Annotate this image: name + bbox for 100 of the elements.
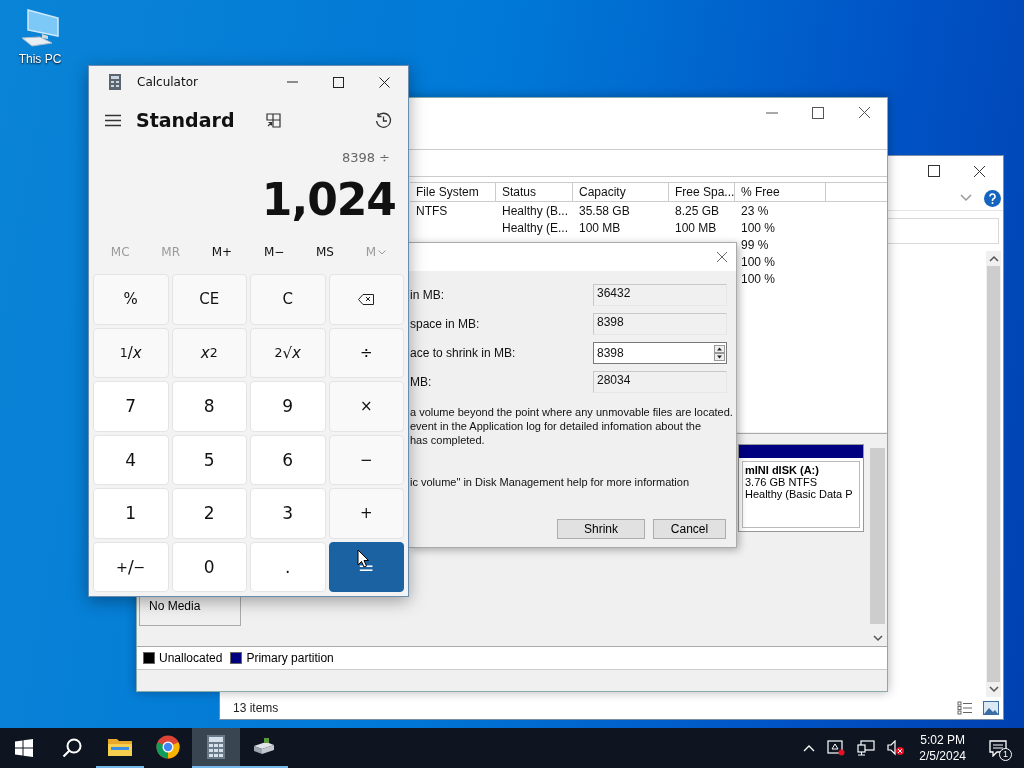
browser-icon bbox=[156, 735, 180, 759]
calculator-key[interactable]: 9 bbox=[250, 381, 326, 432]
calculator-key[interactable]: 4 bbox=[93, 434, 169, 485]
field-label: space in MB: bbox=[409, 317, 481, 331]
help-text: ic volume" in Disk Management help for more information bbox=[409, 476, 690, 488]
field-label: MB: bbox=[409, 375, 433, 389]
table-cell: NTFS bbox=[416, 204, 448, 218]
maximize-icon[interactable] bbox=[928, 165, 940, 177]
calculator-key[interactable]: 0 bbox=[171, 541, 247, 592]
calculator-key[interactable]: 1 bbox=[93, 488, 169, 539]
keep-on-top-icon[interactable] bbox=[265, 112, 281, 128]
clock-time[interactable]: 5:02 PM bbox=[920, 732, 965, 748]
partition-name: mINI dISK (A:) bbox=[745, 464, 820, 476]
shrink-button[interactable]: Shrink bbox=[557, 519, 645, 539]
calculator-key[interactable]: − bbox=[328, 434, 404, 485]
history-icon[interactable] bbox=[375, 111, 392, 129]
calculator-icon bbox=[207, 735, 225, 759]
muted-speaker-icon[interactable] bbox=[887, 740, 906, 756]
calculator-key[interactable]: 6 bbox=[250, 434, 326, 485]
table-cell: Healthy (B... bbox=[502, 204, 569, 218]
table-cell: 35.58 GB bbox=[579, 204, 630, 218]
caret-icon bbox=[378, 249, 387, 255]
help-icon[interactable] bbox=[984, 189, 1001, 207]
calculator-key[interactable]: ÷ bbox=[328, 327, 404, 378]
maximize-icon[interactable] bbox=[812, 106, 824, 119]
menu-icon[interactable] bbox=[105, 113, 121, 127]
partition-block[interactable]: mINI dISK (A:) 3.76 GB NTFS Healthy (Basic Data P bbox=[738, 444, 864, 532]
table-cell: 100 MB bbox=[675, 221, 717, 235]
field-label: in MB: bbox=[409, 288, 445, 302]
table-cell: 100 % bbox=[741, 272, 776, 286]
close-icon[interactable] bbox=[973, 164, 986, 178]
calculator-key[interactable]: 3 bbox=[250, 488, 326, 539]
desktop-icon-label[interactable]: This PC bbox=[18, 52, 62, 66]
calculator-key[interactable]: 8 bbox=[171, 381, 247, 432]
scrollbar[interactable] bbox=[986, 251, 1001, 697]
readonly-field: 36432 bbox=[593, 284, 727, 306]
cancel-button[interactable]: Cancel bbox=[653, 519, 726, 539]
details-view-icon[interactable] bbox=[957, 701, 973, 715]
calculator-key[interactable]: . bbox=[250, 541, 326, 592]
status-text: 13 items bbox=[233, 701, 280, 715]
calculator-key[interactable]: C bbox=[250, 274, 326, 325]
calculator-key[interactable]: % bbox=[93, 274, 169, 325]
maximize-icon[interactable] bbox=[333, 76, 344, 88]
legend-label: Primary partition bbox=[246, 651, 334, 665]
shrink-amount-field[interactable]: 8398 bbox=[593, 342, 727, 364]
notification-icon[interactable] bbox=[989, 739, 1007, 757]
readonly-field: 28034 bbox=[593, 371, 727, 393]
window-title: Calculator bbox=[137, 75, 199, 89]
security-alert-icon[interactable] bbox=[827, 740, 846, 756]
table-cell: 100 % bbox=[741, 221, 776, 235]
spin-up-icon[interactable] bbox=[714, 345, 725, 353]
partition-status: Healthy (Basic Data P bbox=[745, 488, 854, 500]
calculator-key[interactable]: 2 bbox=[171, 488, 247, 539]
legend-label: Unallocated bbox=[159, 651, 223, 665]
close-icon[interactable] bbox=[858, 106, 871, 119]
search-icon[interactable] bbox=[62, 738, 82, 758]
calculator-key[interactable]: + bbox=[328, 488, 404, 539]
table-cell: 99 % bbox=[741, 238, 769, 252]
memory-button[interactable]: M+ bbox=[207, 242, 237, 262]
memory-button[interactable]: M− bbox=[259, 242, 289, 262]
notification-count: 1 bbox=[999, 747, 1012, 761]
disk-status-text: No Media bbox=[149, 599, 201, 613]
column-header[interactable]: % Free bbox=[735, 183, 826, 201]
column-header[interactable]: File System bbox=[410, 183, 496, 201]
message-text: has completed. bbox=[409, 433, 485, 447]
folder-icon bbox=[108, 737, 132, 757]
table-cell: 23 % bbox=[741, 204, 769, 218]
calculator-key[interactable]: 7 bbox=[93, 381, 169, 432]
message-text: a volume beyond the point where any unmovable files are located. bbox=[409, 405, 733, 419]
table-cell: 100 MB bbox=[579, 221, 621, 235]
chevron-up-icon[interactable] bbox=[803, 744, 816, 752]
taskbar-app-button[interactable] bbox=[192, 728, 240, 768]
column-header[interactable]: Capacity bbox=[573, 183, 669, 201]
field-label: ace to shrink in MB: bbox=[409, 346, 517, 360]
calculator-icon bbox=[109, 74, 121, 90]
calculator-key[interactable]: 5 bbox=[171, 434, 247, 485]
readonly-field: 8398 bbox=[593, 313, 727, 335]
message-text: event in the Application log for detailed infomation about the bbox=[409, 419, 702, 433]
network-icon[interactable] bbox=[857, 740, 876, 756]
scroll-down-icon[interactable] bbox=[872, 635, 883, 642]
column-header[interactable]: Free Spa... bbox=[669, 183, 735, 201]
chevron-down-icon[interactable] bbox=[960, 194, 972, 202]
clock-date[interactable]: 2/5/2024 bbox=[919, 748, 966, 764]
calculator-key[interactable]: × bbox=[328, 381, 404, 432]
table-cell: Healthy (E... bbox=[502, 221, 569, 235]
tiles-view-icon[interactable] bbox=[983, 701, 999, 715]
scroll-up-icon[interactable] bbox=[988, 255, 999, 262]
spin-down-icon[interactable] bbox=[714, 353, 725, 361]
equals-button[interactable]: = bbox=[328, 541, 404, 592]
calculator-key[interactable]: CE bbox=[171, 274, 247, 325]
start-icon[interactable] bbox=[15, 739, 33, 757]
table-cell: 8.25 GB bbox=[675, 204, 720, 218]
mode-title: Standard bbox=[136, 109, 235, 131]
memory-button[interactable]: MS bbox=[312, 242, 338, 262]
close-icon[interactable] bbox=[379, 76, 390, 88]
column-header[interactable]: Status bbox=[496, 183, 573, 201]
partition-size: 3.76 GB NTFS bbox=[745, 476, 819, 488]
expression-text: 8398 ÷ bbox=[340, 149, 391, 167]
drive-icon bbox=[252, 737, 276, 757]
scroll-down-icon[interactable] bbox=[988, 686, 999, 693]
